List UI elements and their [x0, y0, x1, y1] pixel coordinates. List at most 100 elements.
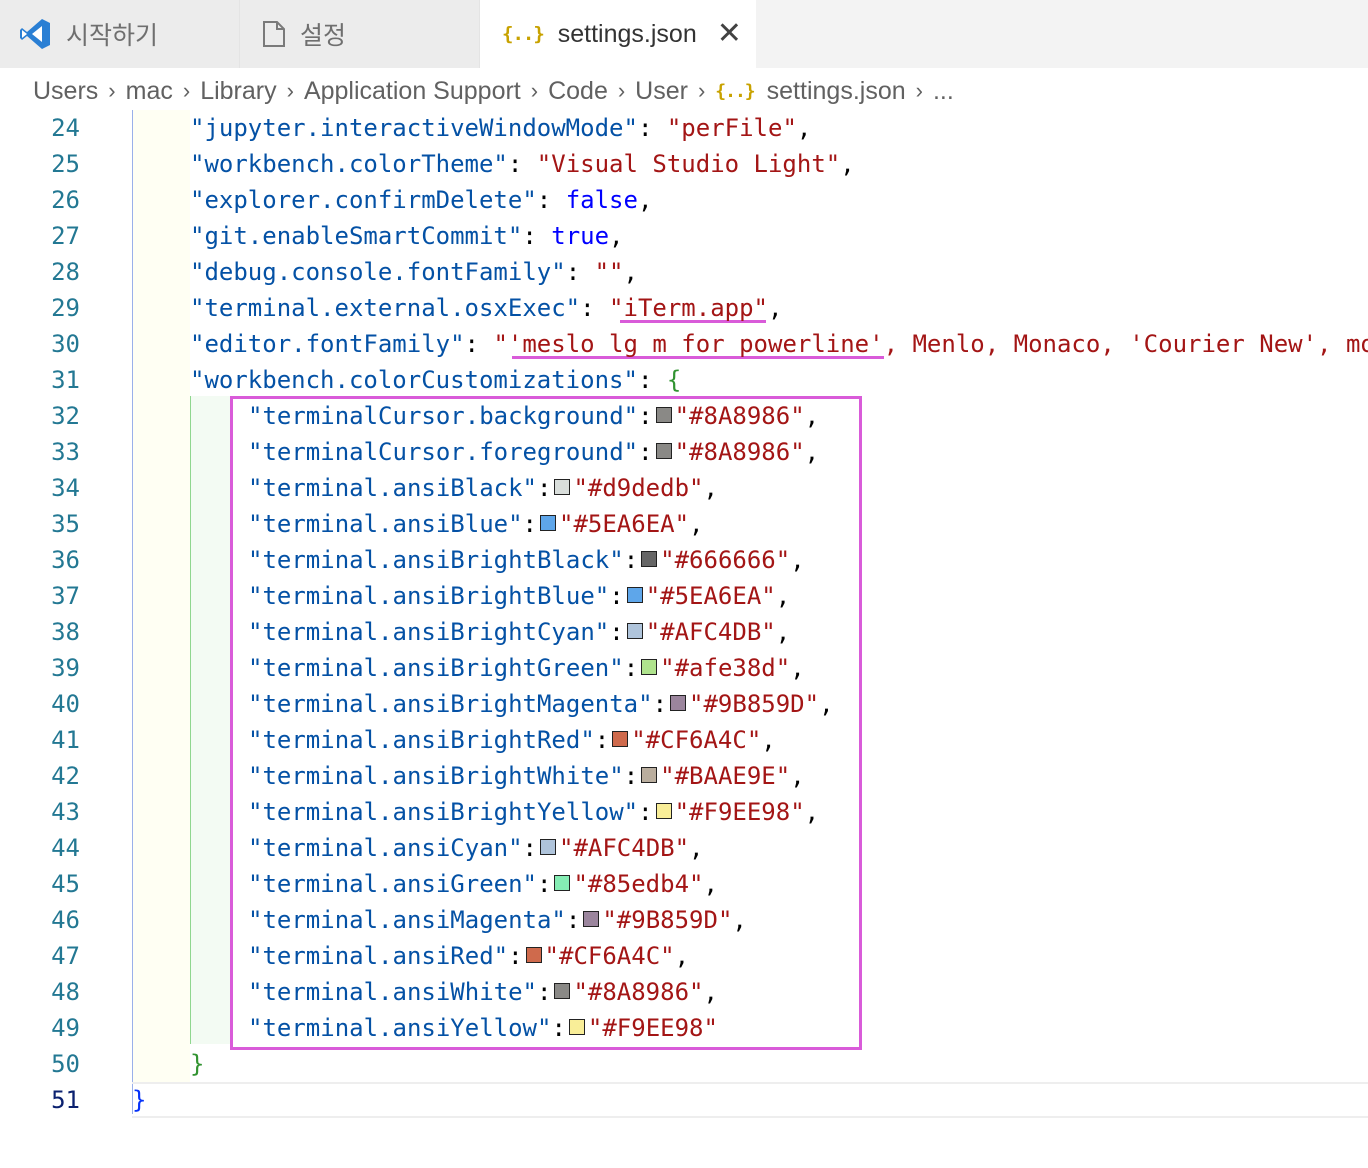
color-swatch-icon[interactable]: [568, 1019, 585, 1035]
comma: ,: [775, 582, 791, 610]
comma: ,: [637, 186, 653, 214]
code-editor[interactable]: 24 "jupyter.interactiveWindowMode": "perF…: [0, 110, 1368, 1168]
colon: :: [565, 906, 581, 934]
line-number: 26: [51, 186, 80, 214]
color-swatch-icon[interactable]: [612, 731, 629, 747]
colon: :: [522, 222, 552, 250]
setting-value: "#d9dedb": [573, 474, 704, 502]
line-number: 32: [51, 402, 80, 430]
code-line: "terminal.ansiBrightMagenta": "#9B859D",: [248, 686, 834, 722]
line-number: 47: [51, 942, 80, 970]
breadcrumb-users[interactable]: Users: [33, 77, 98, 106]
tab-settings-ui[interactable]: 설정: [240, 0, 480, 68]
color-swatch-icon[interactable]: [641, 551, 658, 567]
colon: :: [522, 510, 537, 538]
line-number: 33: [51, 438, 80, 466]
line-number: 45: [51, 870, 80, 898]
color-swatch-icon[interactable]: [626, 623, 643, 639]
colon: :: [623, 762, 639, 790]
setting-key: "terminal.external.osxExec": [190, 294, 581, 322]
color-swatch-icon[interactable]: [655, 443, 672, 459]
colon: :: [623, 654, 639, 682]
colon: :: [536, 978, 552, 1006]
setting-key: "terminal.ansiYellow": [248, 1014, 552, 1042]
setting-value: "Visual Studio Light": [536, 150, 841, 178]
setting-value: "#666666": [660, 546, 791, 574]
breadcrumb-user[interactable]: User: [635, 77, 688, 106]
setting-key: "terminal.ansiMagenta": [248, 906, 566, 934]
code-line: "terminal.ansiYellow": "#F9EE98": [248, 1010, 718, 1046]
setting-key: "terminal.ansiBlack": [248, 474, 537, 502]
setting-key: "terminal.ansiBrightGreen": [248, 654, 624, 682]
colon: :: [594, 726, 610, 754]
code-line: "editor.fontFamily": "'meslo lg m for po…: [190, 326, 1368, 362]
color-swatch-icon[interactable]: [655, 803, 672, 819]
comma: ,: [689, 834, 704, 862]
tab-label: 설정: [300, 22, 347, 50]
chevron-right-icon: ›: [182, 78, 191, 103]
comma: ,: [732, 906, 747, 934]
comma: ,: [804, 798, 820, 826]
breadcrumb-application-support[interactable]: Application Support: [304, 77, 521, 106]
code-line: "terminal.ansiMagenta": "#9B859D",: [248, 902, 747, 938]
line-number: 39: [51, 654, 80, 682]
code-line: "terminalCursor.foreground": "#8A8986",: [248, 434, 819, 470]
setting-key: "workbench.colorTheme": [190, 150, 508, 178]
code-line: "terminal.ansiBrightCyan": "#AFC4DB",: [248, 614, 790, 650]
chevron-right-icon: ›: [697, 78, 706, 103]
color-swatch-icon[interactable]: [641, 659, 658, 675]
close-icon[interactable]: ✕: [717, 19, 742, 49]
color-swatch-icon[interactable]: [554, 983, 571, 999]
colon: :: [507, 150, 537, 178]
color-swatch-icon[interactable]: [655, 407, 672, 423]
color-swatch-icon[interactable]: [641, 767, 658, 783]
json-braces-icon: {..}: [715, 80, 755, 102]
breadcrumb-library[interactable]: Library: [200, 77, 276, 106]
breadcrumb-code[interactable]: Code: [548, 77, 608, 106]
setting-value: true: [551, 222, 610, 250]
comma: ,: [609, 222, 624, 250]
tab-settings-json[interactable]: {..} settings.json ✕: [480, 0, 756, 68]
code-line: "terminal.ansiBrightWhite": "#BAAE9E",: [248, 758, 805, 794]
chevron-right-icon: ›: [915, 78, 923, 103]
colon: :: [638, 438, 653, 466]
line-number: 44: [51, 834, 80, 862]
setting-key: "terminal.ansiBrightCyan": [248, 618, 610, 646]
line-number: 24: [51, 114, 80, 142]
line-number: 42: [51, 762, 80, 790]
colon: :: [580, 294, 610, 322]
chevron-right-icon: ›: [617, 78, 626, 103]
color-swatch-icon[interactable]: [540, 839, 556, 855]
line-number: 48: [51, 978, 80, 1006]
indent-guide: [190, 396, 191, 1044]
color-swatch-icon[interactable]: [554, 479, 571, 495]
color-swatch-icon[interactable]: [670, 695, 687, 711]
closing-brace: }: [190, 1050, 205, 1078]
color-swatch-icon[interactable]: [540, 515, 556, 531]
breadcrumb-settings-json[interactable]: settings.json: [767, 77, 906, 106]
setting-key: "terminal.ansiCyan": [248, 834, 523, 862]
setting-value: "#8A8986": [573, 978, 704, 1006]
indent-guide-area: [132, 110, 190, 1082]
color-swatch-icon[interactable]: [554, 875, 571, 891]
json-braces-icon: {..}: [502, 23, 545, 45]
colon: :: [638, 402, 653, 430]
tab-getting-started[interactable]: 시작하기: [0, 0, 240, 68]
comma: ,: [623, 258, 638, 286]
breadcrumb-mac[interactable]: mac: [126, 77, 173, 106]
breadcrumb-more[interactable]: ...: [933, 77, 954, 106]
colon: :: [609, 618, 624, 646]
colon: :: [522, 834, 537, 862]
color-swatch-icon[interactable]: [626, 587, 643, 603]
setting-key: "terminal.ansiBrightBlue": [248, 582, 610, 610]
colon: :: [536, 870, 552, 898]
setting-key: "terminal.ansiBrightYellow": [248, 798, 639, 826]
color-swatch-icon[interactable]: [525, 947, 542, 963]
color-swatch-icon[interactable]: [583, 911, 600, 927]
comma: ,: [796, 114, 812, 142]
comma: ,: [703, 978, 718, 1006]
code-line: "git.enableSmartCommit": true,: [190, 218, 624, 254]
comma: ,: [790, 654, 805, 682]
setting-value: "#9B859D": [602, 906, 733, 934]
line-number: 38: [51, 618, 80, 646]
